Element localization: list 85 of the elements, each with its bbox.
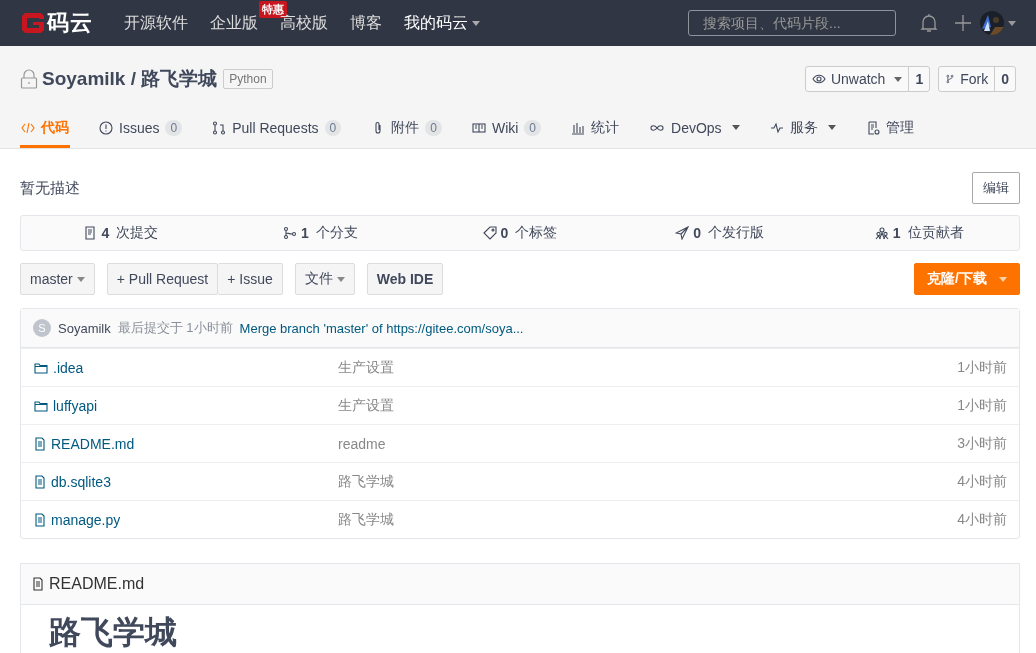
files-dropdown[interactable]: 文件	[294, 263, 355, 295]
repo-tab[interactable]: DevOps	[648, 110, 741, 148]
repo-description: 暂无描述	[20, 178, 80, 198]
branch-icon	[283, 226, 297, 240]
repo-tab[interactable]: Issues 0	[98, 110, 184, 148]
repo-tab[interactable]: Pull Requests 0	[211, 110, 343, 148]
caret-icon	[336, 276, 345, 282]
repo-tab[interactable]: 服务	[768, 110, 837, 148]
repo-tab[interactable]: 附件 0	[370, 110, 443, 148]
pull-request-icon	[212, 120, 227, 135]
caret-icon	[1008, 20, 1016, 26]
commit-meta: 最后提交于 1小时前	[117, 319, 233, 337]
fork-count[interactable]: 0	[994, 67, 1015, 91]
document-icon	[83, 226, 98, 240]
branch-dropdown[interactable]: master	[20, 263, 95, 295]
commit-time: 4小时前	[957, 472, 1007, 491]
logo[interactable]: 码云	[22, 8, 93, 38]
alert-circle-icon	[99, 120, 113, 135]
repo-tab[interactable]: 管理	[864, 110, 915, 148]
file-link[interactable]: luffyapi	[53, 397, 98, 414]
nav-link[interactable]: 博客	[341, 12, 391, 34]
issue-button[interactable]: + Issue	[218, 263, 283, 295]
stat-link[interactable]: 0 个标签	[420, 216, 620, 250]
lock-icon	[20, 69, 38, 89]
caret-icon	[894, 76, 903, 82]
file-link[interactable]: manage.py	[51, 511, 121, 528]
nav-link[interactable]: 我的码云	[395, 12, 489, 34]
commit-message-link[interactable]: Merge branch 'master' of https://gitee.com/soya...	[239, 320, 524, 336]
watch-button[interactable]: Unwatch	[805, 67, 909, 91]
tag-icon	[482, 226, 497, 240]
file-icon	[33, 474, 47, 489]
file-link[interactable]: README.md	[51, 435, 135, 452]
commit-message-link[interactable]: 生产设置	[338, 358, 394, 375]
fork-icon	[945, 72, 956, 86]
readme-filename: README.md	[49, 575, 145, 593]
avatar: S	[33, 319, 51, 337]
stat-link[interactable]: 1 个分支	[220, 216, 421, 250]
folder-icon	[33, 360, 49, 375]
bar-chart-icon	[571, 120, 586, 135]
document-gear-icon	[865, 120, 880, 135]
repo-tab[interactable]: Wiki 0	[470, 110, 543, 148]
readme-heading: 路飞学城	[49, 613, 178, 652]
pull-request-button[interactable]: + Pull Request	[106, 263, 219, 295]
count-badge: 0	[425, 119, 442, 136]
code-icon	[21, 120, 35, 135]
caret-icon	[999, 276, 1007, 282]
commit-time: 1小时前	[957, 396, 1007, 415]
repo-title[interactable]: Soyamilk / 路飞学城	[42, 66, 218, 92]
people-icon	[874, 226, 889, 240]
stat-link[interactable]: 0 个发行版	[619, 216, 820, 250]
file-icon	[31, 577, 45, 591]
language-tag[interactable]: Python	[223, 69, 273, 89]
count-badge: 0	[165, 119, 183, 136]
folder-icon	[33, 398, 49, 413]
count-badge: 0	[324, 119, 342, 136]
commit-message-link[interactable]: 路飞学城	[338, 510, 394, 527]
logo-icon	[22, 13, 44, 33]
pulse-icon	[769, 120, 784, 135]
stat-link[interactable]: 4 次提交	[21, 216, 221, 250]
author-link[interactable]: Soyamilk	[58, 320, 111, 336]
commit-message-link[interactable]: 路飞学城	[338, 472, 394, 489]
commit-message-link[interactable]: 生产设置	[338, 396, 394, 413]
search-field[interactable]: 搜索项目、代码片段...	[688, 10, 896, 36]
edit-button[interactable]: 编辑	[972, 172, 1020, 204]
nav-link[interactable]: 开源软件	[115, 12, 197, 34]
stat-link[interactable]: 1 位贡献者	[819, 216, 1019, 250]
web-ide-button[interactable]: Web IDE	[366, 263, 444, 295]
commit-time: 1小时前	[957, 358, 1007, 377]
file-icon	[33, 436, 47, 451]
plus-icon[interactable]	[954, 14, 972, 32]
commit-message-link[interactable]: readme	[338, 435, 386, 452]
file-icon	[33, 512, 47, 527]
bell-icon[interactable]	[920, 13, 938, 33]
file-link[interactable]: .idea	[53, 359, 84, 376]
watch-count[interactable]: 1	[908, 67, 930, 91]
caret-icon	[76, 276, 85, 282]
commit-time: 3小时前	[957, 434, 1007, 453]
commit-time: 4小时前	[957, 510, 1007, 529]
count-badge: 0	[524, 119, 542, 136]
book-icon	[471, 120, 486, 135]
eye-icon	[811, 72, 826, 86]
file-link[interactable]: db.sqlite3	[51, 473, 111, 490]
repo-tab[interactable]: 统计	[570, 110, 621, 148]
paper-plane-icon	[675, 226, 690, 240]
fork-button[interactable]: Fork	[939, 67, 995, 91]
